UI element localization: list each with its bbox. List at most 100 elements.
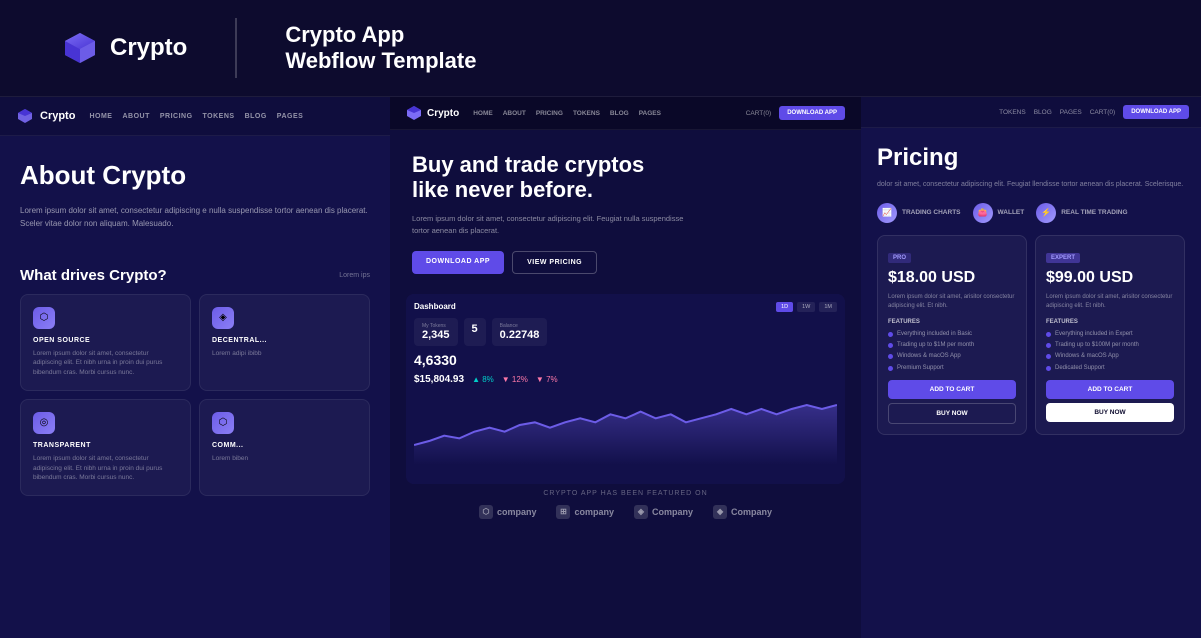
expert-badge: EXPERT [1046,253,1080,263]
center-nav-home[interactable]: HOME [473,110,493,117]
center-nav-pages[interactable]: PAGES [639,110,661,117]
center-nav-actions: CART(0) DOWNLOAD APP [746,106,845,120]
center-nav-links: HOME ABOUT PRICING TOKENS BLOG PAGES [473,110,731,117]
center-dl-button[interactable]: DOWNLOAD APP [779,106,845,120]
pricing-title: Pricing [877,144,1185,172]
hero-dl-button[interactable]: DOWNLOAD APP [412,251,504,274]
expert-add-to-cart[interactable]: ADD TO CART [1046,380,1174,399]
hero-buttons: DOWNLOAD APP VIEW PRICING [412,251,839,274]
pro-feature-3: Windows & macOS App [888,352,1016,360]
pf-label-3: REAL TIME TRADING [1061,209,1127,216]
pro-feature-dot-1 [888,332,893,337]
wallet-icon: 👛 [973,203,993,223]
dash-stat-tokens-value: 2,345 [422,329,450,341]
dash-price: $15,804.93 [414,374,464,385]
expert-feature-2: Trading up to $100M per month [1046,341,1174,349]
right-cart[interactable]: CART(0) [1090,109,1116,116]
company-3: ◈ Company [634,505,693,519]
right-nav: TOKENS BLOG PAGES CART(0) DOWNLOAD APP [861,97,1201,128]
right-nav-pages[interactable]: PAGES [1060,109,1082,116]
expert-feature-dot-2 [1046,343,1051,348]
expert-buy-now[interactable]: BUY NOW [1046,403,1174,422]
pricing-cards: PRO $18.00 USD Lorem ipsum dolor sit ame… [877,235,1185,436]
center-nav: Crypto HOME ABOUT PRICING TOKENS BLOG PA… [390,97,861,130]
company-4: ◆ Company [713,505,772,519]
feature-card-3: ◎ TRANSPARENT Lorem ipsum dolor sit amet… [20,399,191,496]
trading-charts-icon: 📈 [877,203,897,223]
feature-text-3: Lorem ipsum dolor sit amet, consectetur … [33,454,178,483]
center-nav-brand: Crypto [427,108,459,119]
company-logos: ⬡ company ⊞ company ◈ Company ◆ Company [390,501,861,523]
left-nav-links: HOME ABOUT PRICING TOKENS BLOG PAGES [89,113,303,120]
panel-pricing: TOKENS BLOG PAGES CART(0) DOWNLOAD APP P… [861,97,1201,638]
dash-stat-count: 5 [464,318,486,346]
feature-icon-2: ◈ [212,307,234,329]
expert-feature-text-2: Trading up to $100M per month [1055,341,1139,349]
expert-feature-dot-1 [1046,332,1051,337]
main-content: Crypto HOME ABOUT PRICING TOKENS BLOG PA… [0,97,1201,638]
pro-feature-text-3: Windows & macOS App [897,352,961,360]
center-nav-about[interactable]: ABOUT [503,110,526,117]
pro-buy-now[interactable]: BUY NOW [888,403,1016,424]
left-nav-tokens[interactable]: TOKENS [203,113,235,120]
center-nav-pricing[interactable]: PRICING [536,110,563,117]
dash-header: Dashboard 1D 1W 1M [414,302,837,312]
left-nav-blog[interactable]: BLOG [245,113,267,120]
company-icon-1: ⬡ [479,505,493,519]
dashboard-mockup: Dashboard 1D 1W 1M My Tokens 2,345 5 [406,294,845,484]
dash-big-value: 4,6330 [414,352,837,368]
dash-stat-balance-value: 0.22748 [500,329,540,341]
header-logo-text: Crypto [110,34,187,62]
pro-feature-dot-4 [888,366,893,371]
dash-tab-3[interactable]: 1M [819,302,837,312]
pricing-card-expert: EXPERT $99.00 USD Lorem ipsum dolor sit … [1035,235,1185,436]
left-nav-pages[interactable]: PAGES [277,113,304,120]
expert-feature-1: Everything included in Expert [1046,330,1174,338]
pricing-desc: dolor sit amet, consectetur adipiscing e… [877,180,1185,191]
company-icon-2: ⊞ [556,505,570,519]
expert-feature-text-1: Everything included in Expert [1055,330,1133,338]
expert-features-label: FEATURES [1046,319,1174,325]
dash-chart [414,385,837,465]
dash-tab-1[interactable]: 1D [776,302,793,312]
header-logo: Crypto [60,28,187,68]
left-nav-home[interactable]: HOME [89,113,112,120]
hero-desc: Lorem ipsum dolor sit amet, consectetur … [412,213,692,237]
center-nav-blog[interactable]: BLOG [610,110,629,117]
pro-add-to-cart[interactable]: ADD TO CART [888,380,1016,399]
pro-feature-dot-3 [888,354,893,359]
dash-change: ▲ 8% [472,375,494,385]
left-nav-icon [16,107,34,125]
what-drives-desc: Lorem ips [339,272,370,279]
center-nav-tokens[interactable]: TOKENS [573,110,600,117]
right-nav-tokens[interactable]: TOKENS [999,109,1026,116]
pro-feature-2: Trading up to $1M per month [888,341,1016,349]
dash-tab-2[interactable]: 1W [797,302,815,312]
pf-real-time: ⚡ REAL TIME TRADING [1036,203,1127,223]
pricing-features-bar: 📈 TRADING CHARTS 👛 WALLET ⚡ REAL TIME TR… [877,203,1185,223]
right-dl-button[interactable]: DOWNLOAD APP [1123,105,1189,119]
left-nav-pricing[interactable]: PRICING [160,113,193,120]
company-1: ⬡ company [479,505,537,519]
what-drives-title: What drives Crypto? [20,267,167,284]
right-nav-blog[interactable]: BLOG [1034,109,1052,116]
left-nav-logo: Crypto [16,107,75,125]
feature-text-1: Lorem ipsum dolor sit amet, consectetur … [33,349,178,378]
expert-desc: Lorem ipsum dolor sit amet, arisitor con… [1046,293,1174,311]
pro-price: $18.00 USD [888,269,1016,287]
center-cart-label[interactable]: CART(0) [746,110,772,117]
what-drives-header: What drives Crypto? Lorem ips [20,267,370,284]
pf-trading-charts: 📈 TRADING CHARTS [877,203,961,223]
expert-feature-text-4: Dedicated Support [1055,364,1105,372]
about-title: About Crypto [20,160,370,191]
company-2: ⊞ company [556,505,614,519]
feature-card-2: ◈ DECENTRAL... Lorem adipi ibibb [199,294,370,391]
pro-feature-text-4: Premium Support [897,364,944,372]
hero-pricing-button[interactable]: VIEW PRICING [512,251,597,274]
pro-badge: PRO [888,253,911,263]
company-name-1: company [497,507,537,517]
pf-label-1: TRADING CHARTS [902,209,961,216]
pro-feature-4: Premium Support [888,364,1016,372]
left-nav-about[interactable]: ABOUT [122,113,149,120]
expert-feature-dot-4 [1046,366,1051,371]
